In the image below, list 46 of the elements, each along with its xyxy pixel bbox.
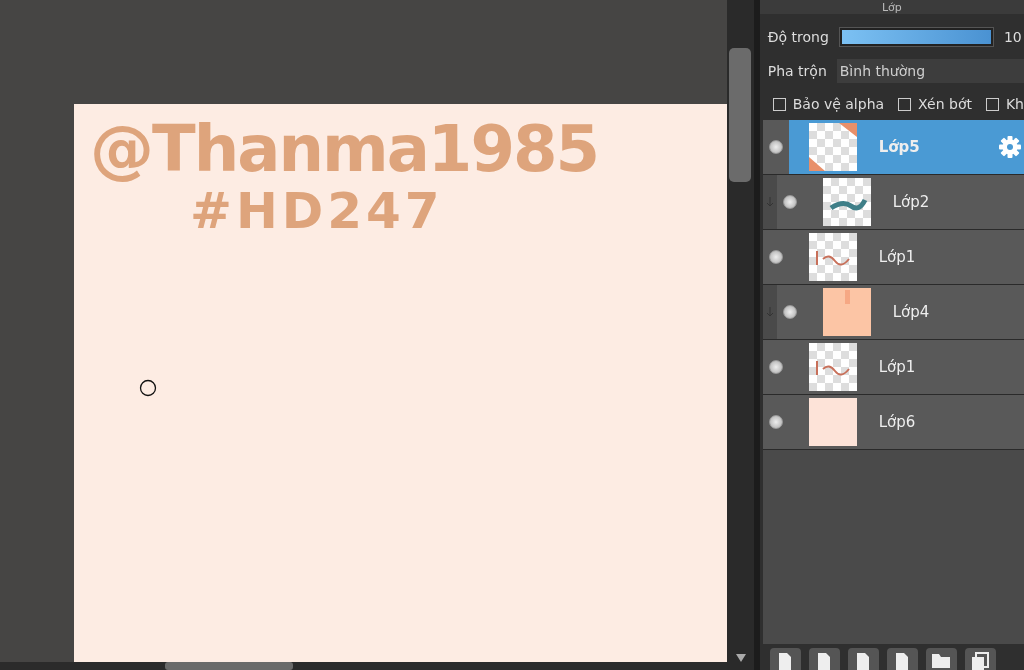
vertical-scrollbar[interactable] xyxy=(727,0,754,670)
settings-icon[interactable] xyxy=(998,135,1022,159)
visibility-toggle[interactable] xyxy=(782,195,797,209)
layer-name: Lớp6 xyxy=(878,413,916,431)
new-layer-button[interactable] xyxy=(769,648,801,670)
layer-row[interactable]: Lớp2 xyxy=(762,175,1024,230)
new-layer-button[interactable] xyxy=(847,648,879,670)
scrollbar-thumb[interactable] xyxy=(729,48,752,182)
document-icon xyxy=(895,652,910,670)
new-layer-button[interactable] xyxy=(886,648,918,670)
layer-row[interactable]: Lớp1 xyxy=(762,230,1024,285)
layer-name: Lớp5 xyxy=(878,138,920,156)
document-icon xyxy=(856,652,871,670)
brush-cursor-icon xyxy=(139,379,157,397)
opacity-value: 10 xyxy=(1003,29,1022,45)
option-checkbox[interactable]: Kh xyxy=(985,96,1024,112)
horizontal-scrollbar[interactable] xyxy=(0,662,727,670)
document-icon xyxy=(778,652,793,670)
scrollbar-thumb[interactable] xyxy=(165,662,293,670)
canvas-lettering: @Thanma1985 xyxy=(90,114,598,185)
blend-label: Pha trộn xyxy=(767,63,827,79)
folder-button[interactable] xyxy=(925,648,957,670)
visibility-toggle[interactable] xyxy=(768,360,783,374)
layer-name: Lớp2 xyxy=(892,193,930,211)
duplicate-button[interactable] xyxy=(964,648,996,670)
layer-name: Lớp4 xyxy=(892,303,930,321)
layer-row[interactable]: Lớp1 xyxy=(762,340,1024,395)
panel-title: Lớp xyxy=(881,0,902,14)
visibility-toggle[interactable] xyxy=(768,140,783,154)
document-icon xyxy=(817,652,832,670)
copy-icon xyxy=(971,652,990,670)
blend-dropdown[interactable]: Bình thường xyxy=(836,59,1024,83)
visibility-toggle[interactable] xyxy=(768,250,783,264)
canvas-lettering: #HD247 xyxy=(190,184,444,240)
visibility-toggle[interactable] xyxy=(768,415,783,429)
layer-row[interactable]: Lớp6 xyxy=(762,395,1024,450)
layer-row[interactable]: Lớp4 xyxy=(762,285,1024,340)
layer-name: Lớp1 xyxy=(878,358,916,376)
layer-name: Lớp1 xyxy=(878,248,916,266)
visibility-toggle[interactable] xyxy=(782,305,797,319)
option-checkbox[interactable]: Bảo vệ alpha xyxy=(772,96,885,112)
opacity-label: Độ trong xyxy=(767,29,829,45)
scroll-down-icon[interactable] xyxy=(736,654,746,662)
option-checkbox[interactable]: Xén bớt xyxy=(898,96,972,112)
new-layer-button[interactable] xyxy=(808,648,840,670)
folder-icon xyxy=(931,652,952,668)
